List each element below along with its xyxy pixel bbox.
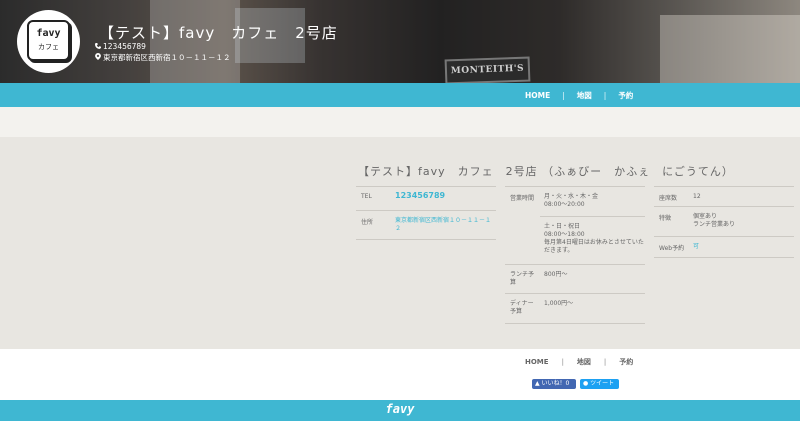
hours-time: 08:00～18:00 <box>544 231 585 238</box>
footer <box>0 349 800 400</box>
hours-days: 月・火・水・木・金 <box>544 193 599 200</box>
info-table-basic: TEL 123456789 住所 東京都新宿区西新宿１０－１１－１ ２ <box>356 186 496 246</box>
table-row: 住所 東京都新宿区西新宿１０－１１－１ ２ <box>356 210 496 239</box>
header-tel[interactable]: 123456789 <box>94 42 146 51</box>
nav-separator: | <box>603 90 607 100</box>
hours-days: 土・日・祝日 <box>544 223 581 230</box>
phone-icon <box>94 42 101 51</box>
row-value-web-reserve[interactable]: 可 <box>693 243 699 251</box>
table-row: 座席数 12 <box>654 186 794 206</box>
sub-band <box>0 107 800 137</box>
table-row: ランチ予 算 800円～ <box>505 264 645 293</box>
footer-nav-map[interactable]: 地図 <box>577 357 591 367</box>
address-line2: ２ <box>395 225 402 232</box>
hero-sign: MONTEITH'S <box>444 56 531 83</box>
row-value-seats: 12 <box>693 193 701 200</box>
footer-nav-separator: | <box>561 358 564 366</box>
row-key-dinner: ディナー 予算 <box>510 300 534 316</box>
favy-logo[interactable]: favy <box>0 402 800 416</box>
row-key-seats: 座席数 <box>659 195 678 202</box>
logo-text: favy <box>36 28 61 39</box>
info-table-features: 座席数 12 特徴 個室あり ランチ営業あり Web予約 可 <box>654 186 794 261</box>
header-tel-text: 123456789 <box>103 42 146 51</box>
divider <box>505 323 645 324</box>
table-row: TEL 123456789 <box>356 186 496 210</box>
shop-title: 【テスト】favy カフェ 2号店 <box>99 24 338 42</box>
address-line1: 東京都新宿区西新宿１０－１１－１ <box>395 217 492 224</box>
table-row: ディナー 予算 1,000円～ <box>505 293 645 323</box>
dinner-key-line1: ディナー <box>510 300 534 307</box>
info-table-hours: 営業時間 月・火・水・木・金 08:00～20:00 土・日・祝日 08:00～… <box>505 186 645 326</box>
shop-logo-box[interactable]: favy カフェ <box>27 20 70 61</box>
table-row: Web予約 可 <box>654 236 794 257</box>
row-key-tel: TEL <box>361 193 372 200</box>
footer-nav-home[interactable]: HOME <box>525 358 549 366</box>
row-key-features: 特徴 <box>659 215 672 222</box>
footer-nav: HOME | 地図 | 予約 <box>525 357 633 367</box>
logo-subtext: カフェ <box>38 43 59 51</box>
main-nav-bar <box>0 83 800 107</box>
footer-nav-separator: | <box>603 358 607 366</box>
row-key-address: 住所 <box>361 219 374 226</box>
lunch-key-line2: 算 <box>510 279 517 286</box>
map-pin-icon <box>94 53 101 62</box>
row-key-hours: 営業時間 <box>510 195 535 202</box>
row-value-tel[interactable]: 123456789 <box>395 192 445 200</box>
nav-map[interactable]: 地図 <box>577 90 592 101</box>
nav-reserve[interactable]: 予約 <box>618 90 633 101</box>
nav-separator: | <box>562 90 565 100</box>
hero-display-case <box>660 15 800 83</box>
feature-item: ランチ営業あり <box>693 221 736 228</box>
row-key-lunch: ランチ予 算 <box>510 271 534 287</box>
main-nav: HOME | 地図 | 予約 <box>525 83 633 107</box>
divider <box>654 257 794 258</box>
hours-time: 08:00～20:00 <box>544 201 585 208</box>
thumbs-up-icon: ▲ <box>535 380 540 387</box>
tweet-button[interactable]: ● ツイート <box>580 379 619 389</box>
row-value-hours-weekend: 土・日・祝日 08:00～18:00 毎月第4日曜日はお休みとさせていた だきま… <box>544 223 644 255</box>
divider <box>356 239 496 240</box>
facebook-like-button[interactable]: ▲ いいね！0 <box>532 379 576 389</box>
nav-home[interactable]: HOME <box>525 91 550 100</box>
page-title: 【テスト】favy カフェ 2号店 （ふぁびー かふぇ にごうてん） <box>358 165 734 178</box>
hours-note: 毎月第4日曜日はお休みとさせていた <box>544 239 644 246</box>
twitter-bird-icon: ● <box>583 380 589 387</box>
table-row: 営業時間 月・火・水・木・金 08:00～20:00 <box>505 186 645 216</box>
row-value-hours-weekday: 月・火・水・木・金 08:00～20:00 <box>544 193 598 209</box>
hours-note: だきます。 <box>544 247 574 254</box>
tweet-label: ツイート <box>590 380 615 387</box>
dinner-key-line2: 予算 <box>510 308 523 315</box>
table-row: 土・日・祝日 08:00～18:00 毎月第4日曜日はお休みとさせていた だきま… <box>540 216 645 264</box>
lunch-key-line1: ランチ予 <box>510 271 535 278</box>
row-value-features: 個室あり ランチ営業あり <box>693 213 735 229</box>
header-address[interactable]: 東京都新宿区西新宿１０－１１－１２ <box>94 52 231 63</box>
row-value-address[interactable]: 東京都新宿区西新宿１０－１１－１ ２ <box>395 217 491 233</box>
row-value-lunch: 800円～ <box>544 271 568 278</box>
like-label: いいね！0 <box>541 380 570 387</box>
row-key-web-reserve: Web予約 <box>659 245 685 252</box>
feature-item: 個室あり <box>693 213 718 220</box>
footer-nav-reserve[interactable]: 予約 <box>619 357 633 367</box>
row-value-dinner: 1,000円～ <box>544 300 574 307</box>
table-row: 特徴 個室あり ランチ営業あり <box>654 206 794 236</box>
header-address-text: 東京都新宿区西新宿１０－１１－１２ <box>103 53 231 62</box>
